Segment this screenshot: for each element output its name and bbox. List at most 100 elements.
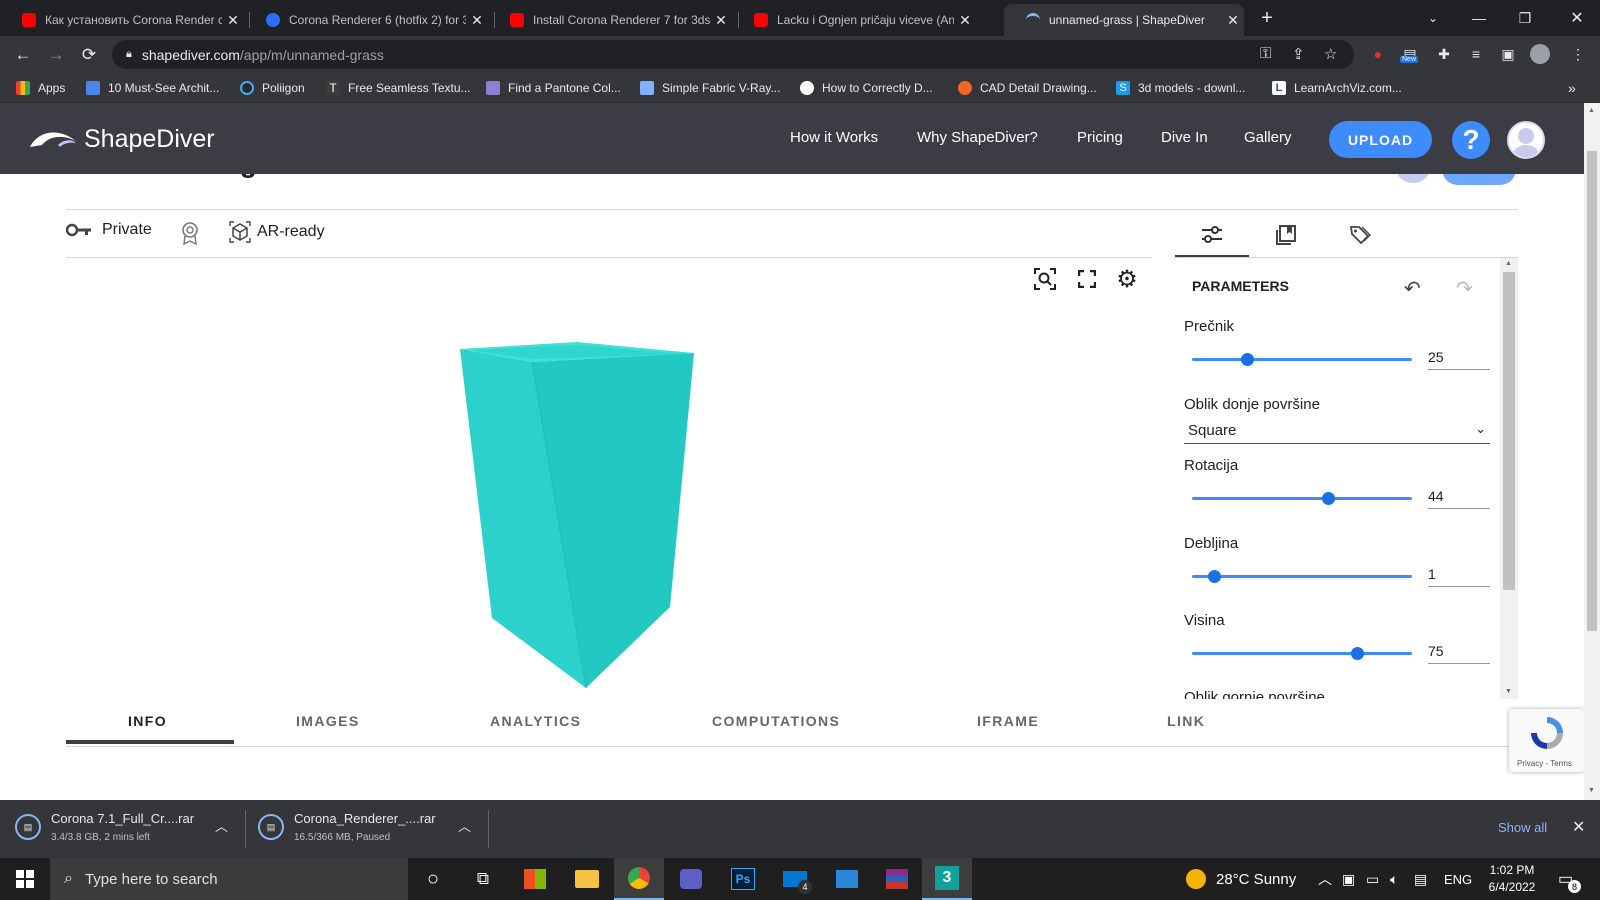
extensions-puzzle-icon[interactable]: ✚ bbox=[1434, 44, 1454, 64]
adblock-extension-icon[interactable]: ● bbox=[1368, 44, 1388, 64]
visibility-indicator[interactable]: Private bbox=[66, 221, 152, 239]
mail-icon[interactable]: 4 bbox=[770, 858, 820, 900]
volume-icon[interactable]: 🔈︎ bbox=[1390, 858, 1398, 900]
network-icon[interactable]: ▤ bbox=[1414, 858, 1427, 900]
shapediver-logo[interactable]: ShapeDiver bbox=[28, 121, 215, 157]
close-downloads-icon[interactable]: ✕ bbox=[1572, 817, 1585, 837]
notifications-icon[interactable]: ▭ 8 bbox=[1558, 858, 1581, 900]
address-bar[interactable]: 🔒︎ shapediver.com/app/m/unnamed-grass ⚿ … bbox=[112, 40, 1354, 69]
download-item-1[interactable]: ▤ Corona 7.1_Full_Cr....rar 3.4/3.8 GB, … bbox=[15, 810, 235, 848]
tab-iframe[interactable]: IFRAME bbox=[977, 713, 1039, 729]
bookmarks-overflow-icon[interactable]: » bbox=[1568, 79, 1576, 97]
slider-thumb[interactable] bbox=[1322, 492, 1336, 505]
chrome-icon[interactable] bbox=[614, 858, 664, 900]
browser-tab-5-active[interactable]: unnamed-grass | ShapeDiver ✕ bbox=[1004, 4, 1244, 36]
side-panel-icon[interactable]: ▣ bbox=[1498, 44, 1518, 64]
bookmark-item[interactable]: Simple Fabric V-Ray... bbox=[640, 79, 780, 97]
winrar-icon[interactable] bbox=[872, 858, 922, 900]
page-scrollbar[interactable]: ▲ ▼ bbox=[1584, 103, 1600, 800]
bookmark-item[interactable]: Poliigon bbox=[240, 79, 305, 97]
scroll-down-icon[interactable]: ▼ bbox=[1588, 787, 1595, 794]
chevron-up-icon[interactable]: ︿ bbox=[458, 816, 471, 835]
reload-button[interactable]: ⟳ bbox=[76, 42, 102, 68]
nav-why-shapediver[interactable]: Why ShapeDiver? bbox=[917, 129, 1038, 146]
windows-start-icon[interactable] bbox=[0, 858, 50, 900]
value-input-rotacija[interactable]: 44 bbox=[1428, 483, 1490, 509]
tab-library[interactable] bbox=[1249, 212, 1323, 258]
new-extension-icon[interactable]: New ▤ bbox=[1400, 44, 1420, 64]
slider-thumb[interactable] bbox=[1208, 570, 1221, 583]
cortana-icon[interactable]: ○ bbox=[408, 858, 458, 900]
close-tab-icon[interactable]: ✕ bbox=[466, 12, 488, 29]
tab-link[interactable]: LINK bbox=[1167, 713, 1205, 729]
maximize-button[interactable]: ❐ bbox=[1502, 0, 1548, 36]
taskbar-search-box[interactable]: ⌕ Type here to search bbox=[50, 858, 408, 900]
browser-tab-2[interactable]: Corona Renderer 6 (hotfix 2) for 3 ✕ bbox=[244, 4, 488, 36]
back-button[interactable]: ← bbox=[10, 42, 36, 68]
recaptcha-text[interactable]: Privacy - Terms bbox=[1517, 759, 1572, 768]
slider-thumb[interactable] bbox=[1351, 647, 1364, 660]
tab-info[interactable]: INFO bbox=[128, 713, 167, 729]
parameters-scrollbar[interactable]: ▲ ▼ bbox=[1500, 258, 1518, 699]
slider-debljina[interactable] bbox=[1192, 570, 1412, 583]
meet-now-icon[interactable]: ▣ bbox=[1342, 858, 1355, 900]
bookmark-apps[interactable]: Apps bbox=[16, 79, 65, 97]
show-all-downloads-link[interactable]: Show all bbox=[1498, 820, 1547, 835]
clock[interactable]: 1:02 PM 6/4/2022 bbox=[1482, 858, 1542, 900]
weather-widget[interactable]: 28°C Sunny bbox=[1186, 858, 1296, 900]
bookmark-item[interactable]: How to Correctly D... bbox=[800, 79, 933, 97]
slider-visina[interactable] bbox=[1192, 647, 1412, 660]
nav-how-it-works[interactable]: How it Works bbox=[790, 129, 878, 146]
bookmark-item[interactable]: CAD Detail Drawing... bbox=[958, 79, 1097, 97]
new-tab-button[interactable]: + bbox=[1252, 0, 1282, 36]
nav-dive-in[interactable]: Dive In bbox=[1161, 129, 1208, 146]
teams-icon[interactable] bbox=[666, 858, 716, 900]
language-indicator[interactable]: ENG bbox=[1444, 858, 1472, 900]
bookmark-item[interactable]: T Free Seamless Textu... bbox=[326, 79, 471, 97]
recaptcha-badge[interactable]: Privacy - Terms bbox=[1509, 709, 1584, 772]
close-window-button[interactable]: ✕ bbox=[1554, 0, 1600, 36]
3ds-max-icon[interactable]: 3 bbox=[922, 858, 972, 900]
slider-thumb[interactable] bbox=[1241, 353, 1254, 366]
microsoft-store-icon[interactable] bbox=[510, 858, 560, 900]
tab-analytics[interactable]: ANALYTICS bbox=[490, 713, 581, 729]
bookmark-item[interactable]: L LearnArchViz.com... bbox=[1272, 79, 1402, 97]
tab-search-icon[interactable]: ⌄ bbox=[1410, 0, 1456, 36]
tab-tags[interactable] bbox=[1323, 212, 1397, 258]
outlook-icon[interactable] bbox=[822, 858, 872, 900]
upload-button[interactable]: UPLOAD bbox=[1329, 121, 1432, 158]
undo-icon[interactable]: ↶ bbox=[1404, 276, 1421, 301]
minimize-button[interactable]: — bbox=[1456, 0, 1502, 36]
profile-avatar-icon[interactable] bbox=[1530, 44, 1550, 64]
user-avatar[interactable] bbox=[1507, 121, 1545, 159]
help-button[interactable]: ? bbox=[1452, 121, 1490, 159]
tab-computations[interactable]: COMPUTATIONS bbox=[712, 713, 840, 729]
ar-ready-indicator[interactable]: AR-ready bbox=[229, 221, 325, 243]
browser-tab-1[interactable]: Как установить Corona Render c ✕ bbox=[0, 4, 244, 36]
value-input-visina[interactable]: 75 bbox=[1428, 638, 1490, 664]
browser-menu-icon[interactable]: ⋮ bbox=[1568, 44, 1588, 64]
nav-gallery[interactable]: Gallery bbox=[1244, 129, 1292, 146]
reading-list-icon[interactable]: ≡ bbox=[1466, 44, 1486, 64]
scroll-up-icon[interactable]: ▲ bbox=[1505, 260, 1512, 267]
bookmark-item[interactable]: 10 Must-See Archit... bbox=[86, 79, 219, 97]
close-tab-icon[interactable]: ✕ bbox=[1222, 12, 1244, 29]
nav-pricing[interactable]: Pricing bbox=[1077, 129, 1123, 146]
tab-parameters[interactable] bbox=[1175, 212, 1249, 258]
task-view-icon[interactable]: ⧉ bbox=[458, 858, 508, 900]
close-tab-icon[interactable]: ✕ bbox=[222, 12, 244, 29]
browser-tab-3[interactable]: Install Corona Renderer 7 for 3ds ✕ bbox=[488, 4, 732, 36]
scroll-down-icon[interactable]: ▼ bbox=[1505, 688, 1512, 695]
close-tab-icon[interactable]: ✕ bbox=[710, 12, 732, 29]
value-input-precnik[interactable]: 25 bbox=[1428, 344, 1490, 370]
3d-viewer[interactable]: ⚙ bbox=[66, 257, 1152, 699]
tab-images[interactable]: IMAGES bbox=[296, 713, 360, 729]
bookmark-item[interactable]: Find a Pantone Col... bbox=[486, 79, 621, 97]
download-item-2[interactable]: ▤ Corona_Renderer_....rar 16.5/366 MB, P… bbox=[258, 810, 478, 848]
close-tab-icon[interactable]: ✕ bbox=[954, 12, 976, 29]
select-oblik-donje[interactable]: Square ⌄ bbox=[1184, 418, 1490, 444]
bookmark-item[interactable]: S 3d models - downl... bbox=[1116, 79, 1245, 97]
scrollbar-thumb[interactable] bbox=[1587, 151, 1597, 631]
photoshop-icon[interactable]: Ps bbox=[718, 858, 768, 900]
bookmark-star-icon[interactable]: ☆ bbox=[1324, 45, 1337, 63]
